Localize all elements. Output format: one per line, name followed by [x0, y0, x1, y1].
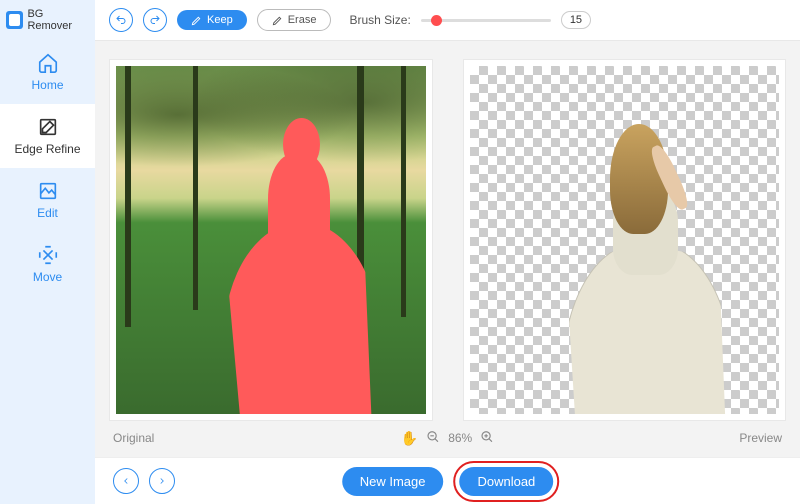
brush-size-value: 15: [561, 11, 591, 29]
sidebar-item-label: Edit: [37, 206, 58, 220]
preview-image: [470, 66, 780, 414]
canvas-labels: Original ✋ 86% Preview: [109, 421, 786, 451]
original-label: Original: [113, 431, 154, 445]
next-image-button[interactable]: [149, 468, 175, 494]
move-icon: [37, 244, 59, 266]
redo-button[interactable]: [143, 8, 167, 32]
keep-button[interactable]: Keep: [177, 10, 247, 30]
erase-label: Erase: [288, 14, 317, 26]
canvas-area: Original ✋ 86% Preview: [95, 41, 800, 457]
keep-brush-icon: [191, 15, 202, 26]
erase-button[interactable]: Erase: [257, 9, 332, 31]
original-image-frame[interactable]: [109, 59, 433, 421]
pan-hand-icon[interactable]: ✋: [401, 430, 418, 447]
download-button[interactable]: Download: [459, 467, 553, 496]
main: Keep Erase Brush Size: 15: [95, 0, 800, 504]
sidebar-item-edit[interactable]: Edit: [0, 168, 95, 232]
chevron-right-icon: [157, 476, 167, 486]
erase-brush-icon: [272, 15, 283, 26]
zoom-out-icon: [426, 430, 440, 444]
brush-size-label: Brush Size:: [349, 13, 410, 27]
keep-label: Keep: [207, 14, 233, 26]
preview-image-frame[interactable]: [463, 59, 787, 421]
app-title: BG Remover: [27, 8, 89, 32]
slider-thumb[interactable]: [431, 15, 442, 26]
new-image-button[interactable]: New Image: [342, 467, 444, 496]
edge-refine-icon: [37, 116, 59, 138]
sidebar-item-move[interactable]: Move: [0, 232, 95, 296]
zoom-out-button[interactable]: [426, 430, 440, 447]
sidebar-item-home[interactable]: Home: [0, 40, 95, 104]
undo-icon: [115, 14, 127, 26]
brush-size-slider[interactable]: [421, 19, 551, 22]
bottom-bar: New Image Download: [95, 457, 800, 504]
home-icon: [37, 52, 59, 74]
redo-icon: [149, 14, 161, 26]
sidebar-item-label: Edge Refine: [14, 142, 80, 156]
logo-icon: [6, 11, 23, 29]
zoom-in-button[interactable]: [480, 430, 494, 447]
toolbar: Keep Erase Brush Size: 15: [95, 0, 800, 41]
sidebar-item-label: Home: [31, 78, 63, 92]
chevron-left-icon: [121, 476, 131, 486]
prev-image-button[interactable]: [113, 468, 139, 494]
zoom-controls: ✋ 86%: [401, 430, 494, 447]
zoom-in-icon: [480, 430, 494, 444]
sidebar: BG Remover Home Edge Refine Edit Move: [0, 0, 95, 504]
preview-label: Preview: [739, 431, 782, 445]
app-logo: BG Remover: [0, 0, 95, 40]
sidebar-item-label: Move: [33, 270, 62, 284]
zoom-percent: 86%: [448, 431, 472, 445]
undo-button[interactable]: [109, 8, 133, 32]
edit-icon: [37, 180, 59, 202]
sidebar-item-edge-refine[interactable]: Edge Refine: [0, 104, 95, 168]
original-image: [116, 66, 426, 414]
